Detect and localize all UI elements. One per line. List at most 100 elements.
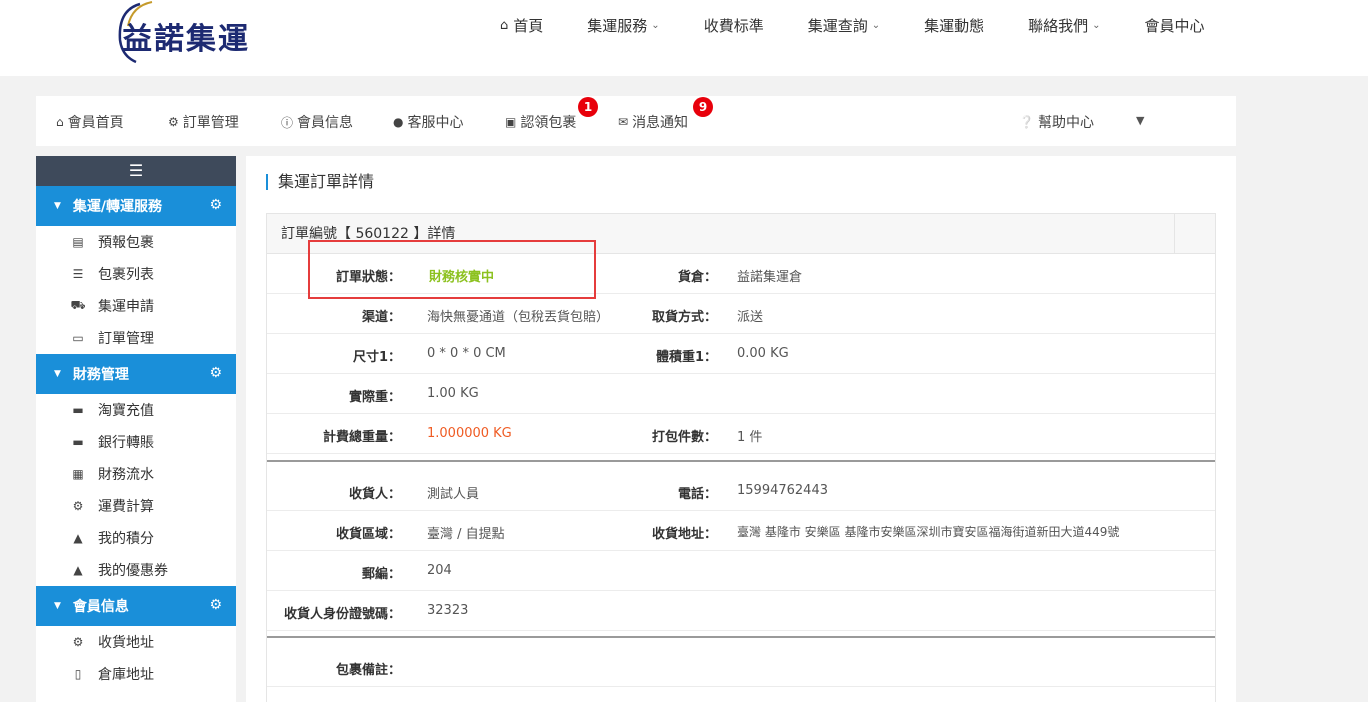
sidebar-section-shipping[interactable]: ▼ 集運/轉運服務 ⚙	[36, 186, 236, 226]
recipient-value: 測試人員	[427, 487, 480, 502]
pickup-method-label: 取貨方式：	[651, 310, 717, 325]
pieces-value: 1 件	[737, 430, 763, 445]
actual-weight-value: 1.00 KG	[427, 386, 479, 401]
nav-tracking-label: 集運查詢	[807, 16, 868, 35]
chevron-down-icon: ⌄	[1092, 19, 1101, 31]
address-value: 臺灣 基隆市 安樂區 基隆市安樂區深圳市寶安區福海街道新田大道449號	[737, 525, 1120, 539]
menu-toggle-button[interactable]: ☰	[36, 156, 236, 186]
help-center-link[interactable]: ❔ 幫助中心	[1019, 112, 1094, 132]
customer-service-link[interactable]: ● 客服中心	[393, 112, 463, 132]
building-icon: ▯	[74, 667, 82, 681]
detail-row: 實際重： 1.00 KG	[267, 374, 1215, 414]
warehouse-value: 益諾集運倉	[737, 270, 803, 285]
claim-package-link[interactable]: ▣ 認領包裹 1	[505, 97, 598, 132]
nav-pricing[interactable]: 收費标準	[704, 15, 764, 36]
home-icon: ⌂	[56, 115, 64, 129]
sidebar-item-label: 銀行轉賬	[98, 435, 154, 451]
pickup-method-value: 派送	[737, 310, 764, 325]
claim-package-label: 認領包裹	[520, 115, 577, 131]
sidebar-item-package-list[interactable]: ☰ 包裹列表	[36, 258, 236, 290]
nav-pricing-label: 收費标準	[703, 16, 764, 35]
nav-news[interactable]: 集運動態	[924, 15, 984, 36]
cogs-icon: ⚙	[72, 499, 84, 513]
nav-tracking[interactable]: 集運查詢 ⌄	[808, 15, 880, 36]
sidebar-item-label: 運費計算	[98, 499, 154, 515]
caret-down-icon: ▼	[54, 369, 61, 379]
site-logo[interactable]: 益諾集運	[112, 0, 312, 64]
sidebar-item-order-management[interactable]: ▭ 訂單管理	[36, 322, 236, 354]
sidebar-item-transactions[interactable]: ▦ 財務流水	[36, 458, 236, 490]
caret-down-icon: ▼	[54, 201, 61, 211]
archive-icon: ▣	[505, 115, 517, 129]
sidebar-section-title: 集運/轉運服務	[72, 199, 163, 215]
member-info-link[interactable]: ⓘ 會員信息	[281, 112, 353, 132]
claim-count-badge: 1	[578, 97, 598, 117]
pieces-label: 打包件數：	[651, 430, 717, 445]
bar-chart-icon: ▦	[72, 467, 84, 481]
nav-member-center[interactable]: 會員中心	[1145, 15, 1205, 36]
sidebar-item-label: 倉庫地址	[98, 667, 154, 683]
size-value: 0 * 0 * 0 CM	[427, 346, 506, 361]
caret-down-icon[interactable]: ▼	[1136, 114, 1144, 127]
member-home-link[interactable]: ⌂ 會員首頁	[56, 112, 124, 132]
header-divider	[1174, 214, 1175, 254]
sidebar-item-label: 財務流水	[98, 467, 154, 483]
top-navigation: ⌂ 首頁 集運服務 ⌄ 收費标準 集運查詢 ⌄ 集運動態 聯絡我們 ⌄ 會員中心	[500, 0, 1249, 50]
sidebar-item-freight-calculator[interactable]: ⚙ 運費計算	[36, 490, 236, 522]
sidebar-item-warehouse-address[interactable]: ▯ 倉庫地址	[36, 658, 236, 690]
sidebar-section-finance[interactable]: ▼ 財務管理 ⚙	[36, 354, 236, 394]
warehouse-label: 貨倉：	[677, 270, 717, 285]
customer-service-label: 客服中心	[407, 115, 464, 131]
home-icon: ⌂	[500, 17, 509, 33]
sidebar-item-shipping-request[interactable]: ⛟ 集運申請	[36, 290, 236, 322]
sidebar-item-shipping-address[interactable]: ⚙ 收貨地址	[36, 626, 236, 658]
sidebar-item-label: 淘寶充值	[98, 403, 154, 419]
chevron-down-icon: ⌄	[651, 19, 660, 31]
billing-weight-label: 計費總重量：	[322, 430, 401, 445]
hamburger-icon: ☰	[128, 161, 144, 180]
inbox-icon: ▤	[72, 235, 84, 249]
volume-weight-label: 體積重1：	[655, 350, 717, 365]
gear-icon: ⚙	[209, 197, 222, 213]
page-title: 集運訂單詳情	[266, 174, 374, 190]
detail-row: 收貨人身份證號碼： 32323	[267, 591, 1215, 631]
member-info-label: 會員信息	[297, 115, 354, 131]
detail-row: 收貨區域： 臺灣 / 自提點 收貨地址： 臺灣 基隆市 安樂區 基隆市安樂區深圳…	[267, 511, 1215, 551]
book-icon: ▭	[72, 331, 84, 345]
cogs-icon: ⚙	[72, 635, 84, 649]
sidebar-item-bank-transfer[interactable]: ▬ 銀行轉賬	[36, 426, 236, 458]
sidebar-item-preregister[interactable]: ▤ 預報包裹	[36, 226, 236, 258]
nav-contact[interactable]: 聯絡我們 ⌄	[1028, 15, 1100, 36]
section-divider	[267, 460, 1215, 462]
sidebar-item-coupons[interactable]: ▲ 我的優惠券	[36, 554, 236, 586]
sidebar-item-points[interactable]: ▲ 我的積分	[36, 522, 236, 554]
sidebar-item-taobao-topup[interactable]: ▬ 淘寶充值	[36, 394, 236, 426]
size-label: 尺寸1：	[352, 350, 401, 365]
id-number-value: 32323	[427, 603, 469, 618]
id-number-label: 收貨人身份證號碼：	[283, 607, 401, 622]
channel-value: 海快無憂通道（包稅丟貨包賠）	[427, 310, 610, 325]
detail-row: 郵編： 204	[267, 551, 1215, 591]
detail-row: 包裹備註：	[267, 647, 1215, 687]
gear-icon: ⚙	[168, 115, 179, 129]
notification-count-badge: 9	[693, 97, 713, 117]
credit-card-icon: ▬	[72, 403, 84, 417]
sidebar-section-member[interactable]: ▼ 會員信息 ⚙	[36, 586, 236, 626]
gift-icon: ▲	[73, 563, 83, 577]
nav-services[interactable]: 集運服務 ⌄	[587, 15, 659, 36]
detail-row: 計費總重量： 1.000000 KG 打包件數： 1 件	[267, 414, 1215, 454]
user-icon: ●	[393, 115, 404, 129]
chevron-down-icon: ⌄	[871, 19, 881, 31]
sidebar-section-title: 財務管理	[72, 367, 129, 383]
notifications-link[interactable]: ✉ 消息通知 9	[618, 97, 713, 132]
sidebar-item-label: 收貨地址	[98, 635, 154, 651]
nav-home[interactable]: ⌂ 首頁	[500, 15, 543, 36]
nav-home-label: 首頁	[513, 16, 544, 35]
question-icon: ❔	[1019, 115, 1034, 129]
order-management-link[interactable]: ⚙ 訂單管理	[168, 112, 239, 132]
detail-row: 尺寸1： 0 * 0 * 0 CM 體積重1： 0.00 KG	[267, 334, 1215, 374]
zip-value: 204	[427, 563, 452, 578]
actual-weight-label: 實際重：	[348, 390, 401, 405]
volume-weight-value: 0.00 KG	[737, 346, 789, 361]
sidebar-section-title: 會員信息	[72, 599, 129, 615]
